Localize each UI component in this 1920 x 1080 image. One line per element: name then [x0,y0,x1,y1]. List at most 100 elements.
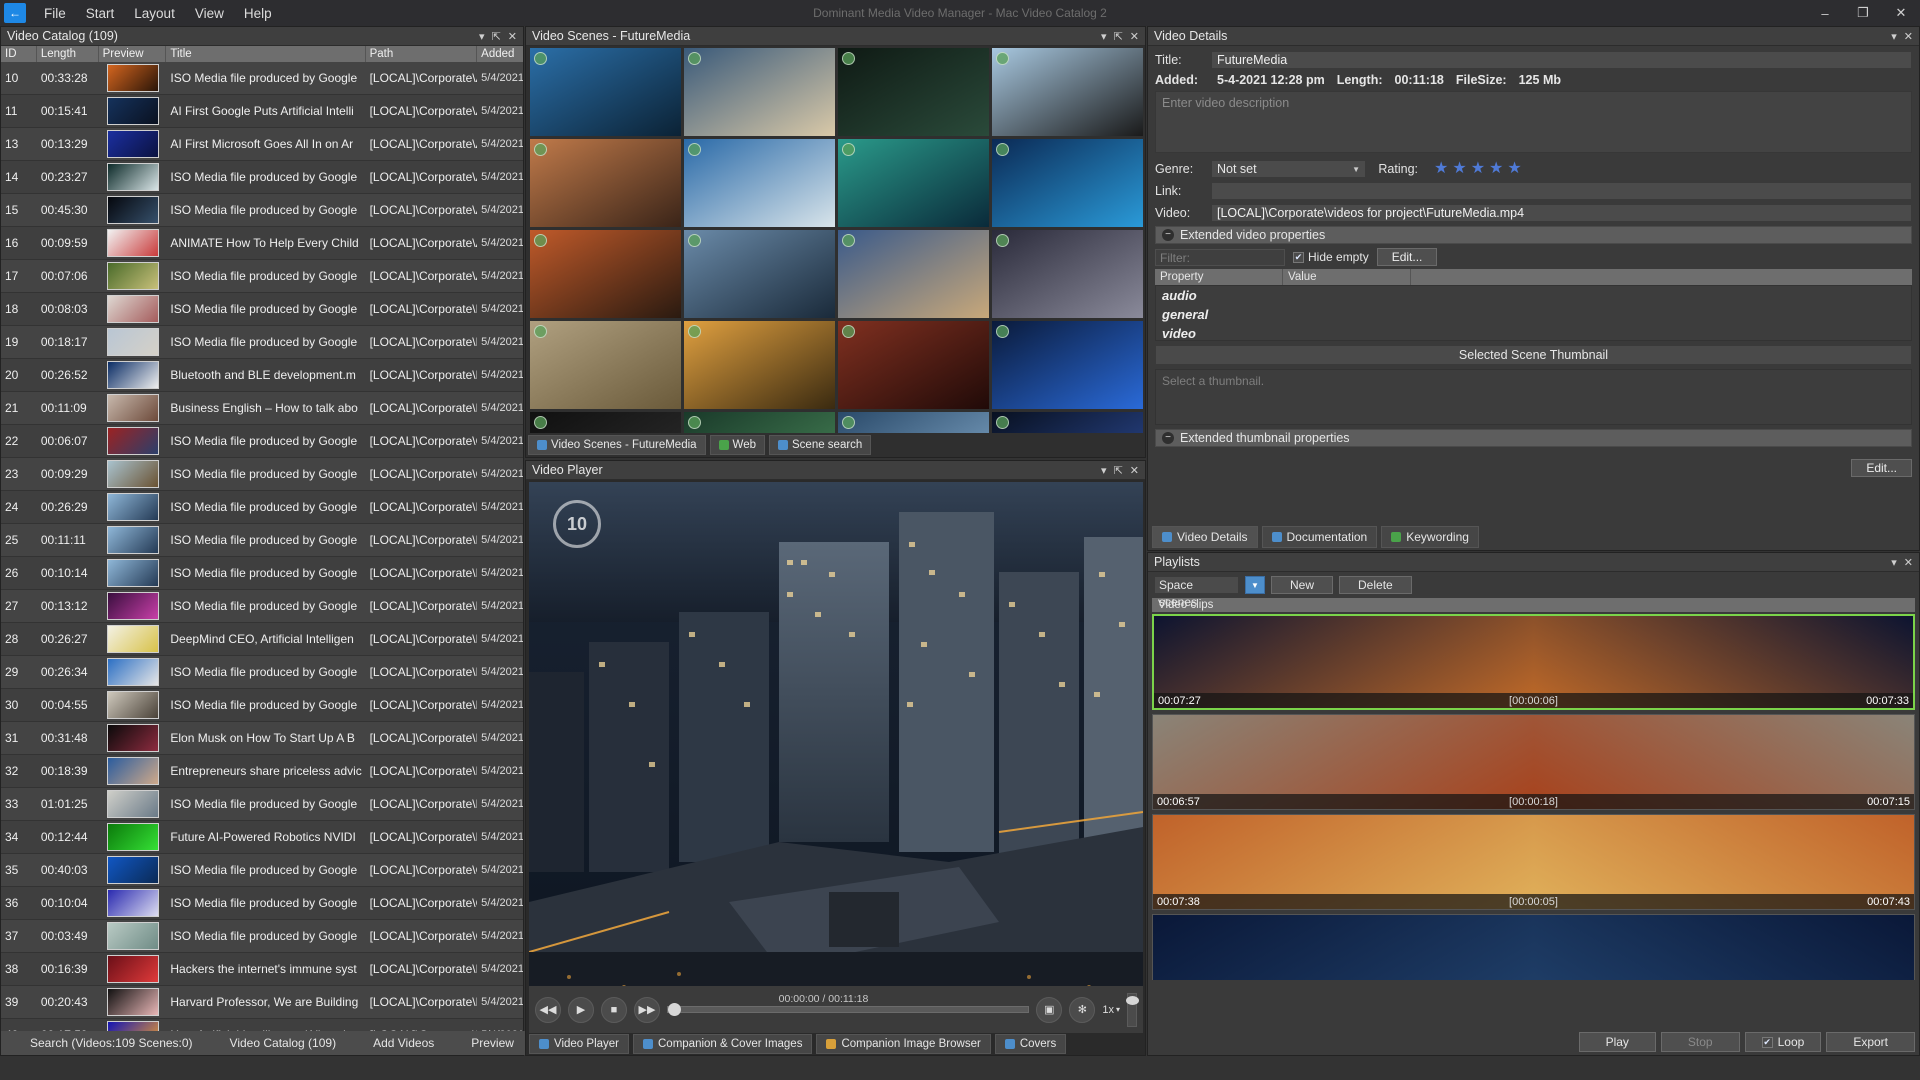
scene-thumbnail[interactable] [530,48,681,136]
status-item-search[interactable]: Search (Videos:109 Scenes:0) [7,1034,199,1052]
video-path-input[interactable]: [LOCAL]\Corporate\videos for project\Fut… [1211,204,1912,222]
table-row[interactable]: 28 00:26:27 DeepMind CEO, Artificial Intel… [1,623,523,656]
table-row[interactable]: 30 00:04:55 ISO Media file produced by Goo… [1,689,523,722]
cell-preview[interactable] [99,295,167,323]
cell-preview[interactable] [99,559,167,587]
star-icon[interactable]: ★ [1489,161,1503,177]
table-row[interactable]: 16 00:09:59 ANIMATE How To Help Every Chil… [1,227,523,260]
playlist-clip[interactable]: 00:06:57 [00:00:18] 00:07:15 [1152,714,1915,810]
link-input[interactable] [1211,182,1912,200]
tab-video-details[interactable]: Video Details [1152,526,1258,548]
table-row[interactable]: 20 00:26:52 Bluetooth and BLE development.… [1,359,523,392]
preview-thumbnail[interactable] [106,64,159,92]
extended-video-properties-header[interactable]: − Extended video properties [1155,226,1912,244]
table-row[interactable]: 32 00:18:39 Entrepreneurs share priceless … [1,755,523,788]
tab-companion-image-browser[interactable]: Companion Image Browser [816,1034,991,1054]
cell-preview[interactable] [99,427,167,455]
menu-item-view[interactable]: View [185,3,234,24]
scenes-tab-strip[interactable]: Video Scenes - FutureMedia Web Scene searc… [528,435,872,455]
tab-video-scenes-futuremedia[interactable]: Video Scenes - FutureMedia [528,435,706,455]
cell-preview[interactable] [99,889,167,917]
table-row[interactable]: 35 00:40:03 ISO Media file produced by Goo… [1,854,523,887]
cell-preview[interactable] [99,790,167,818]
volume-slider[interactable] [1126,992,1139,1027]
genre-select[interactable]: Not set ▼ [1211,160,1366,178]
table-row[interactable]: 37 00:03:49 ISO Media file produced by Goo… [1,920,523,953]
table-row[interactable]: 23 00:09:29 ISO Media file produced by Goo… [1,458,523,491]
playlist-clip[interactable]: 00:07:27 [00:00:06] 00:07:33 [1152,614,1915,710]
status-item-add-videos[interactable]: Add Videos [350,1034,440,1052]
preview-thumbnail[interactable] [106,823,159,851]
cell-preview[interactable] [99,163,167,191]
column-header-length[interactable]: Length [37,46,99,62]
rewind-icon[interactable]: ◀◀ [535,996,561,1023]
maximize-button[interactable]: ❐ [1844,0,1882,26]
minimize-button[interactable]: – [1806,0,1844,26]
stop-icon[interactable]: ■ [601,996,627,1023]
cell-preview[interactable] [99,856,167,884]
playlist-clip[interactable]: 00:07:38 [00:00:05] 00:07:43 [1152,814,1915,910]
scene-thumbnail[interactable] [992,139,1143,227]
collapse-icon-2[interactable]: − [1162,432,1174,444]
cell-preview[interactable] [99,460,167,488]
preview-thumbnail[interactable] [106,625,159,653]
edit-thumbnail-properties-button[interactable]: Edit... [1851,459,1912,477]
menu-item-help[interactable]: Help [234,3,282,24]
column-header-id[interactable]: ID [1,46,37,62]
scene-thumbnail[interactable] [530,321,681,409]
menu-item-layout[interactable]: Layout [124,3,185,24]
preview-thumbnail[interactable] [106,262,159,290]
cell-preview[interactable] [99,988,167,1016]
table-row[interactable]: 19 00:18:17 ISO Media file produced by Goo… [1,326,523,359]
scene-thumbnail[interactable] [838,321,989,409]
table-row[interactable]: 36 00:10:04 ISO Media file produced by Goo… [1,887,523,920]
player-dropdown-icon[interactable]: ▾ [1101,464,1107,477]
scene-thumbnail[interactable] [684,139,835,227]
cell-preview[interactable] [99,592,167,620]
tab-documentation[interactable]: Documentation [1261,526,1378,548]
preview-thumbnail[interactable] [106,922,159,950]
star-icon[interactable]: ★ [1507,161,1521,177]
cell-preview[interactable] [99,64,167,92]
cell-preview[interactable] [99,361,167,389]
scene-thumbnail[interactable] [992,48,1143,136]
table-row[interactable]: 21 00:11:09 Business English – How to talk… [1,392,523,425]
catalog-close-icon[interactable]: ✕ [508,30,517,43]
property-row[interactable]: video [1156,324,1911,340]
cell-preview[interactable] [99,130,167,158]
table-row[interactable]: 39 00:20:43 Harvard Professor, We are Buil… [1,986,523,1019]
table-row[interactable]: 25 00:11:11 ISO Media file produced by Goo… [1,524,523,557]
clip-list[interactable]: 00:07:27 [00:00:06] 00:07:33 00:06:57 [00:00… [1152,614,1915,980]
table-row[interactable]: 27 00:13:12 ISO Media file produced by Goo… [1,590,523,623]
preview-thumbnail[interactable] [106,592,159,620]
scene-thumbnail[interactable] [838,230,989,318]
close-button[interactable]: ✕ [1882,0,1920,26]
title-input[interactable]: FutureMedia [1211,51,1912,69]
loop-playlist-toggle[interactable]: ✔ Loop [1744,1032,1822,1052]
scene-thumbnail[interactable] [992,230,1143,318]
tab-companion-cover-images[interactable]: Companion & Cover Images [633,1034,813,1054]
playlists-dropdown-icon[interactable]: ▾ [1891,556,1897,569]
export-playlist-button[interactable]: Export [1826,1032,1915,1052]
play-playlist-button[interactable]: Play [1578,1032,1656,1052]
scene-thumbnail[interactable] [530,139,681,227]
table-row[interactable]: 13 00:13:29 AI First Microsoft Goes All In… [1,128,523,161]
collapse-icon[interactable]: − [1162,229,1174,241]
catalog-row-list[interactable]: 10 00:33:28 ISO Media file produced by Goo… [1,62,523,1054]
preview-thumbnail[interactable] [106,988,159,1016]
table-row[interactable]: 22 00:06:07 ISO Media file produced by Goo… [1,425,523,458]
player-close-icon[interactable]: ✕ [1130,464,1139,477]
column-header-path[interactable]: Path [366,46,478,62]
player-pin-icon[interactable]: ⇱ [1114,464,1123,477]
clip-start-thumbnail[interactable] [1153,915,1534,980]
scene-thumbnail[interactable] [684,321,835,409]
preview-thumbnail[interactable] [106,361,159,389]
details-tab-strip[interactable]: Video Details Documentation Keywording [1152,526,1479,548]
property-row[interactable]: audio [1156,286,1911,305]
back-arrow-icon[interactable]: ← [4,3,26,23]
cell-preview[interactable] [99,328,167,356]
cell-preview[interactable] [99,394,167,422]
property-row[interactable]: general [1156,305,1911,324]
scenes-dropdown-icon[interactable]: ▾ [1101,30,1107,43]
preview-thumbnail[interactable] [106,460,159,488]
